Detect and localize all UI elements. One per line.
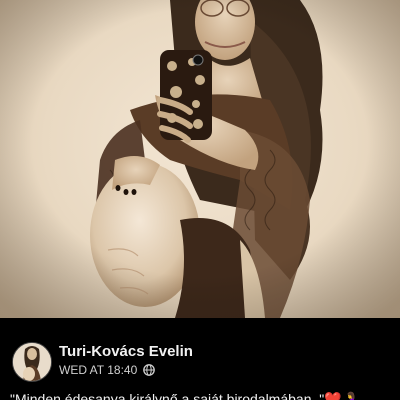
post-meta: WED AT 18:40	[59, 363, 156, 377]
post-viewer: Turi-Kovács Evelin WED AT 18:40 "Minden …	[0, 0, 400, 400]
photo-illustration	[0, 0, 400, 318]
author-name[interactable]: Turi-Kovács Evelin	[59, 343, 193, 360]
post-info-bar: Turi-Kovács Evelin WED AT 18:40 "Minden …	[0, 318, 400, 400]
globe-icon[interactable]	[143, 364, 156, 376]
post-caption: "Minden édesanya királynő a saját biroda…	[10, 391, 360, 400]
avatar-image	[13, 343, 51, 381]
post-photo[interactable]	[0, 0, 400, 318]
author-avatar[interactable]	[12, 342, 52, 382]
post-timestamp[interactable]: WED AT 18:40	[59, 363, 137, 377]
